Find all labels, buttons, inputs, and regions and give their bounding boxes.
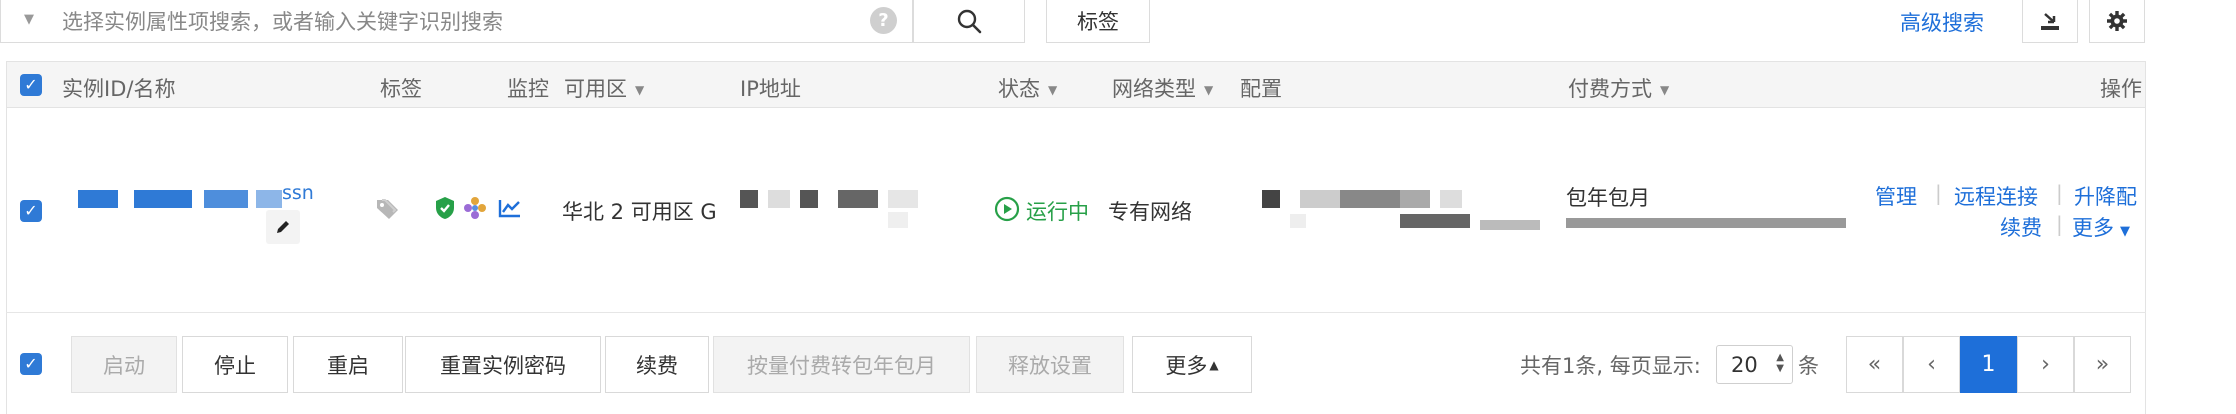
instance-id-redacted[interactable]: [134, 190, 192, 208]
pencil-icon: [277, 221, 289, 233]
instance-name-link[interactable]: ssn: [282, 182, 314, 204]
ip-redacted: [888, 190, 918, 208]
config-redacted: [1480, 220, 1540, 230]
column-header-ops: 操作: [2100, 77, 2142, 101]
ip-redacted: [888, 212, 908, 228]
config-redacted: [1290, 214, 1306, 228]
column-header-tags: 标签: [380, 77, 422, 101]
column-header-network-type[interactable]: 网络类型 ▼: [1112, 73, 1213, 103]
security-shield-icon[interactable]: [434, 196, 456, 220]
row-checkbox[interactable]: ✓: [20, 200, 42, 222]
manage-link[interactable]: 管理: [1875, 181, 1917, 211]
column-header-ip: IP地址: [740, 77, 801, 101]
spinner-icon[interactable]: ▲ ▼: [1776, 352, 1784, 374]
export-button[interactable]: [2022, 0, 2078, 43]
monitor-chart-icon[interactable]: [498, 198, 522, 218]
zone-filter-caret-icon[interactable]: ▼: [635, 83, 644, 97]
config-redacted: [1300, 190, 1340, 208]
column-header-zone-label: 可用区: [564, 77, 627, 101]
op-separator: |: [1935, 181, 1942, 205]
search-button[interactable]: [913, 0, 1025, 43]
renew-link[interactable]: 续费: [2000, 212, 2042, 242]
running-status-icon: [994, 196, 1020, 222]
config-redacted: [1400, 190, 1430, 208]
config-redacted: [1340, 190, 1400, 208]
first-page-button[interactable]: «: [1846, 336, 1903, 393]
page-size-unit: 条: [1798, 354, 1819, 378]
column-header-billing-label: 付费方式: [1568, 77, 1652, 101]
page-size-select[interactable]: 20 ▲ ▼: [1716, 345, 1793, 384]
ip-redacted: [838, 190, 878, 208]
export-icon: [2041, 13, 2059, 30]
tag-icon[interactable]: [376, 198, 404, 220]
next-page-button[interactable]: ›: [2017, 336, 2074, 393]
config-redacted: [1400, 214, 1470, 228]
column-header-network-type-label: 网络类型: [1112, 77, 1196, 101]
config-redacted: [1440, 190, 1462, 208]
table-header: [6, 61, 2146, 108]
column-header-status[interactable]: 状态 ▼: [998, 73, 1057, 103]
bulk-select-checkbox[interactable]: ✓: [20, 353, 42, 375]
convert-billing-button[interactable]: 按量付费转包年包月: [713, 336, 970, 393]
restart-button[interactable]: 重启: [293, 336, 403, 393]
more-actions-button[interactable]: 更多 ▲: [1132, 336, 1252, 393]
select-all-checkbox[interactable]: ✓: [20, 74, 42, 96]
column-header-status-label: 状态: [998, 77, 1040, 101]
search-icon: [957, 9, 982, 34]
help-icon[interactable]: ?: [870, 7, 897, 34]
pagination-summary: 共有1条, 每页显示:: [1520, 354, 1701, 378]
op-separator: |: [2056, 212, 2063, 236]
more-ops-label: 更多: [2072, 216, 2114, 240]
renew-button[interactable]: 续费: [605, 336, 709, 393]
column-header-id-name: 实例ID/名称: [62, 77, 176, 101]
billing-filter-caret-icon[interactable]: ▼: [1660, 83, 1669, 97]
page-1-button[interactable]: 1: [1960, 336, 2017, 393]
tag-button[interactable]: 标签: [1046, 0, 1150, 43]
search-input[interactable]: 选择实例属性项搜索，或者输入关键字识别搜索: [62, 6, 503, 36]
column-header-billing[interactable]: 付费方式 ▼: [1568, 73, 1669, 103]
settings-button[interactable]: [2089, 0, 2145, 43]
ip-redacted: [768, 190, 790, 208]
release-settings-button[interactable]: 释放设置: [976, 336, 1124, 393]
page-size-value: 20: [1731, 352, 1758, 377]
reset-password-button[interactable]: 重置实例密码: [405, 336, 601, 393]
instance-id-redacted[interactable]: [256, 190, 282, 208]
billing-method-text: 包年包月: [1566, 186, 1650, 210]
search-filter-caret-icon[interactable]: ▼: [24, 12, 34, 27]
zone-text: 华北 2 可用区 G: [562, 200, 717, 224]
prev-page-button[interactable]: ‹: [1903, 336, 1960, 393]
instance-id-redacted[interactable]: [204, 190, 248, 208]
ip-redacted: [740, 190, 758, 208]
remote-connect-link[interactable]: 远程连接: [1954, 181, 2038, 211]
edit-name-button[interactable]: [266, 210, 300, 244]
network-type-filter-caret-icon[interactable]: ▼: [1204, 83, 1213, 97]
column-header-config: 配置: [1240, 77, 1282, 101]
more-ops-dropdown[interactable]: 更多 ▼: [2072, 212, 2130, 242]
change-config-link[interactable]: 升降配: [2074, 181, 2137, 211]
advanced-search-link[interactable]: 高级搜索: [1900, 7, 1984, 37]
gear-icon: [2107, 11, 2127, 31]
column-header-monitor: 监控: [507, 77, 549, 101]
row-divider: [6, 312, 2146, 313]
start-button[interactable]: 启动: [71, 336, 177, 393]
stop-button[interactable]: 停止: [182, 336, 288, 393]
config-redacted: [1262, 190, 1280, 208]
caret-up-icon: ▲: [1209, 357, 1219, 372]
status-filter-caret-icon[interactable]: ▼: [1048, 83, 1057, 97]
expire-time-redacted: [1566, 218, 1846, 228]
op-separator: |: [2056, 181, 2063, 205]
instance-id-redacted[interactable]: [78, 190, 118, 208]
network-type-text: 专有网络: [1108, 200, 1192, 224]
cloud-assistant-icon[interactable]: [462, 195, 488, 221]
ip-redacted: [800, 190, 818, 208]
status-text: 运行中: [1026, 200, 1089, 224]
more-actions-label: 更多: [1165, 353, 1208, 378]
column-header-zone[interactable]: 可用区 ▼: [564, 73, 644, 103]
last-page-button[interactable]: »: [2074, 336, 2131, 393]
caret-down-icon: ▼: [2120, 224, 2130, 239]
